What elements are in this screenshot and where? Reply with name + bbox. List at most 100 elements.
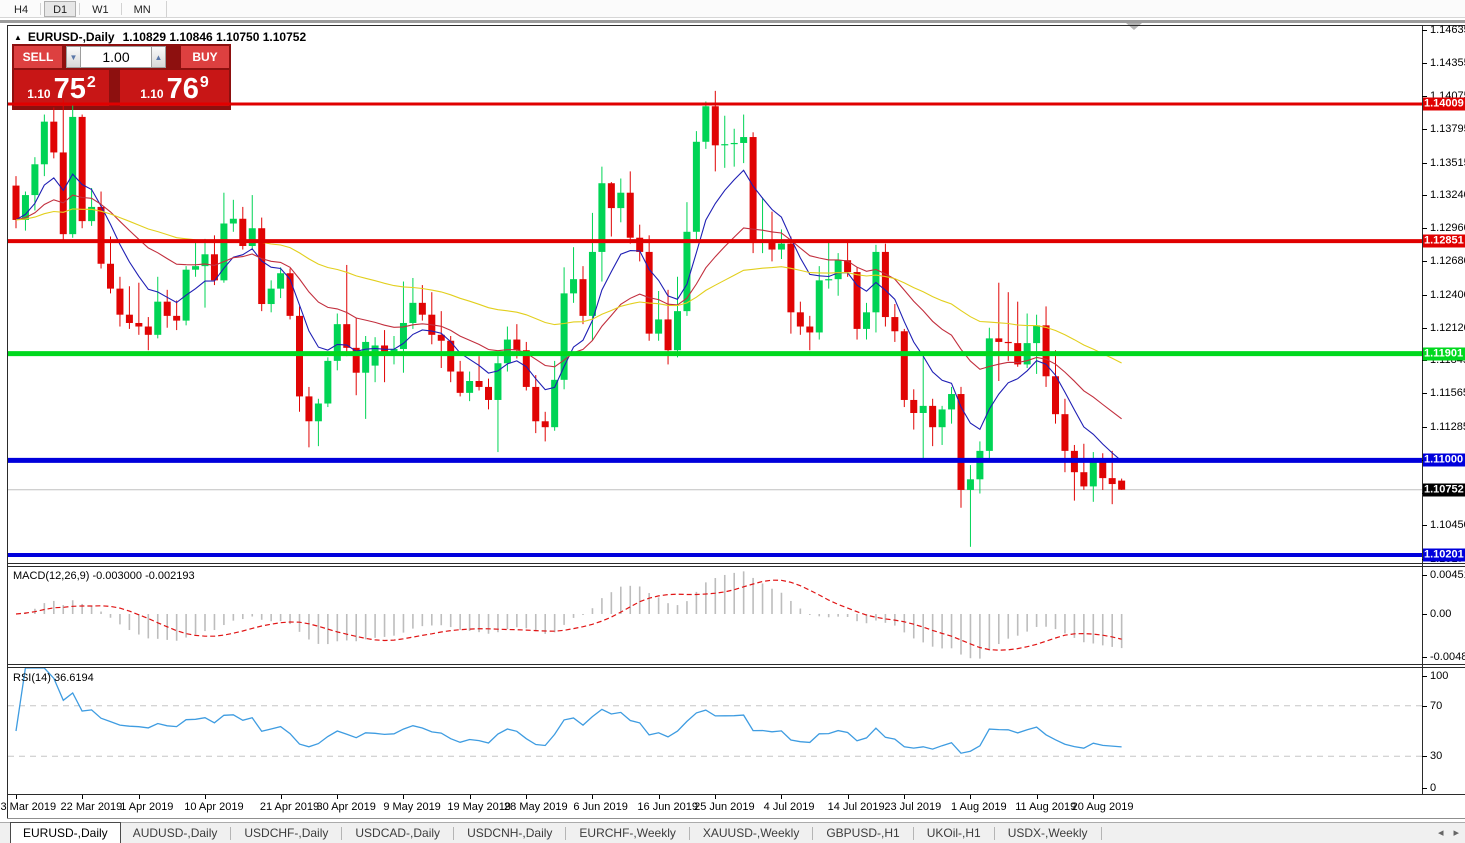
candle-body	[721, 144, 728, 145]
window-border-bottom	[7, 818, 1465, 819]
level-price-label: 1.14009	[1423, 98, 1465, 111]
candle-body	[249, 228, 256, 246]
macd-tick-label: 0.004517	[1430, 569, 1465, 581]
candle-body	[580, 279, 587, 316]
candle-body	[485, 387, 492, 400]
candle-body	[230, 219, 237, 224]
price-tick	[1422, 63, 1427, 64]
candle-body	[825, 279, 832, 280]
date-tick	[970, 795, 971, 799]
price-tick	[1422, 195, 1427, 196]
price-tick	[1422, 261, 1427, 262]
level-price-label: 1.10201	[1423, 548, 1465, 561]
candle-body	[863, 312, 870, 329]
candle-body	[683, 232, 690, 311]
candle-body	[740, 137, 747, 143]
tab-separator	[1101, 827, 1102, 840]
main-price-chart	[8, 26, 1422, 563]
chart-tab-usdcad-daily[interactable]: USDCAD-,Daily	[343, 824, 452, 843]
chart-tab-usdchf-daily[interactable]: USDCHF-,Daily	[232, 824, 340, 843]
tab-separator	[565, 827, 566, 840]
candle-body	[939, 409, 946, 427]
timeframe-button-h4[interactable]: H4	[5, 1, 37, 17]
candle-body	[976, 451, 983, 479]
rsi-tick	[1422, 676, 1427, 677]
timeframe-button-mn[interactable]: MN	[125, 1, 160, 17]
chart-tab-usdx-weekly[interactable]: USDX-,Weekly	[996, 824, 1100, 843]
candle-body	[731, 143, 738, 144]
chart-tab-ukoil-h1[interactable]: UKOil-,H1	[915, 824, 993, 843]
timeframe-button-w1[interactable]: W1	[83, 1, 118, 17]
chart-tab-xauusd-weekly[interactable]: XAUUSD-,Weekly	[691, 824, 811, 843]
candle-body	[929, 406, 936, 427]
candle-body	[41, 122, 48, 165]
date-label: 11 Aug 2019	[1015, 801, 1076, 813]
candle-body	[589, 252, 596, 316]
tab-separator	[994, 827, 995, 840]
candle-body	[693, 142, 700, 232]
date-label: 25 Jun 2019	[694, 801, 755, 813]
date-tick	[205, 795, 206, 799]
macd-label: MACD(12,26,9) -0.003000 -0.002193	[13, 570, 195, 582]
candle-body	[31, 164, 38, 195]
toolbar-separator	[166, 1, 167, 17]
date-tick	[281, 795, 282, 799]
candle-body	[835, 260, 842, 279]
level-price-label: 1.11901	[1423, 347, 1465, 360]
candle-body	[1080, 472, 1087, 486]
price-tick	[1422, 427, 1427, 428]
rsi-tick-label: 30	[1430, 750, 1442, 762]
candle-body	[948, 394, 955, 409]
candle-body	[778, 244, 785, 250]
chart-tab-eurchf-weekly[interactable]: EURCHF-,Weekly	[567, 824, 687, 843]
macd-indicator-panel	[8, 567, 1422, 664]
date-tick	[139, 795, 140, 799]
rsi-tick-label: 100	[1430, 670, 1448, 682]
price-scale-border	[1422, 25, 1423, 795]
candle-body	[674, 311, 681, 350]
date-tick	[592, 795, 593, 799]
date-label: 22 Mar 2019	[61, 801, 123, 813]
candle-body	[608, 183, 615, 208]
price-tick-label: 1.11285	[1430, 421, 1465, 433]
rsi-tick	[1422, 706, 1427, 707]
price-tick	[1422, 525, 1427, 526]
price-tick-label: 1.12400	[1430, 289, 1465, 301]
macd-tick-label: 0.00	[1430, 608, 1451, 620]
candle-body	[995, 338, 1002, 342]
candle-body	[126, 315, 133, 323]
date-label: 19 May 2019	[447, 801, 511, 813]
candle-body	[655, 319, 662, 333]
candle-body	[69, 117, 76, 234]
level-price-label: 1.11000	[1423, 454, 1465, 467]
timeframe-button-d1[interactable]: D1	[44, 1, 76, 17]
date-label: 14 Jul 2019	[828, 801, 885, 813]
candle-body	[192, 266, 199, 270]
splitter-macd-rsi[interactable]	[7, 664, 1465, 665]
date-label: 4 Jul 2019	[764, 801, 815, 813]
tab-scroll-buttons: ◂ ▸	[1438, 826, 1459, 839]
candle-body	[419, 303, 426, 315]
macd-tick	[1422, 657, 1427, 658]
tab-separator	[453, 827, 454, 840]
candle-body	[409, 303, 416, 323]
price-tick-label: 1.10450	[1430, 519, 1465, 531]
candle-body	[116, 289, 123, 315]
chart-tab-usdcnh-daily[interactable]: USDCNH-,Daily	[455, 824, 564, 843]
date-label: 23 Jul 2019	[884, 801, 941, 813]
candle-body	[324, 361, 331, 404]
slow-ma-line	[16, 209, 1122, 363]
splitter-main-macd[interactable]	[7, 563, 1465, 564]
date-tick	[659, 795, 660, 799]
candle-body	[901, 331, 908, 400]
candle-body	[1005, 342, 1012, 343]
chart-tab-gbpusd-h1[interactable]: GBPUSD-,H1	[814, 824, 911, 843]
date-tick	[1093, 795, 1094, 799]
candle-body	[627, 193, 634, 238]
tab-scroll-right-icon[interactable]: ▸	[1453, 826, 1459, 839]
chart-tab-audusd-daily[interactable]: AUDUSD-,Daily	[121, 824, 230, 843]
candle-body	[211, 254, 218, 280]
rsi-line	[16, 668, 1122, 753]
chart-tab-eurusd-daily[interactable]: EURUSD-,Daily	[10, 822, 121, 843]
tab-scroll-left-icon[interactable]: ◂	[1438, 826, 1444, 839]
